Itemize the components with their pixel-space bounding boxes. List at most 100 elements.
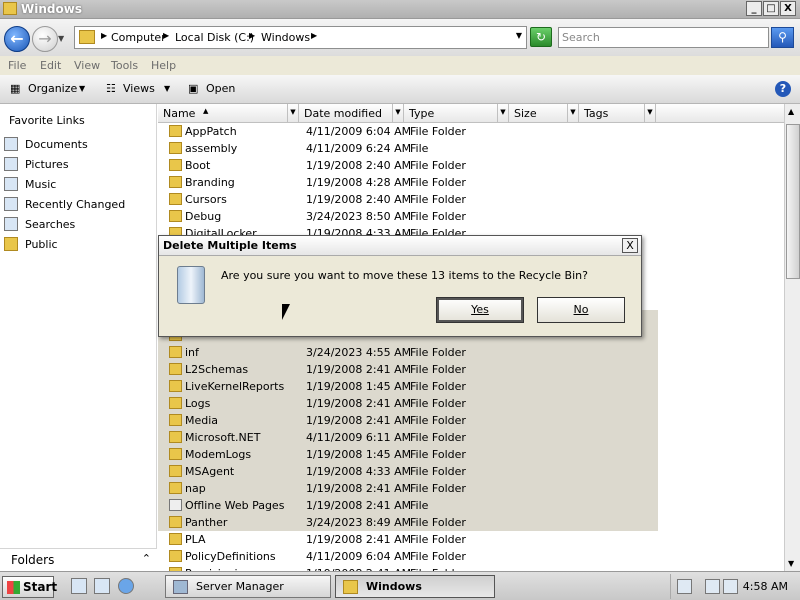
search-icon[interactable]: ⚲: [771, 27, 794, 48]
volume-muted-icon[interactable]: [723, 579, 738, 594]
file-row[interactable]: L2Schemas 1/19/2008 2:41 AM File Folder: [158, 361, 658, 378]
dialog-title: Delete Multiple Items: [163, 239, 297, 252]
file-row[interactable]: Cursors 1/19/2008 2:40 AM File Folder: [158, 191, 658, 208]
chevron-down-icon[interactable]: ▼: [164, 84, 170, 93]
back-button[interactable]: ←: [4, 26, 30, 52]
internet-explorer-icon[interactable]: [118, 578, 134, 594]
scrollbar-thumb[interactable]: [786, 124, 800, 279]
server-manager-quicklaunch-icon[interactable]: [71, 578, 87, 594]
column-header-size[interactable]: Size ▼: [509, 104, 579, 123]
documents-icon: [4, 137, 18, 151]
file-row[interactable]: AppPatch 4/11/2009 6:04 AM File Folder: [158, 123, 658, 140]
pictures-icon: [4, 157, 18, 171]
nav-item-searches[interactable]: Searches: [0, 216, 156, 234]
file-row[interactable]: PLA 1/19/2008 2:41 AM File Folder: [158, 531, 658, 548]
file-row[interactable]: LiveKernelReports 1/19/2008 1:45 AM File F…: [158, 378, 658, 395]
dialog-message: Are you sure you want to move these 13 i…: [221, 269, 588, 282]
column-header-label: Tags: [584, 107, 609, 120]
scroll-down-icon[interactable]: ▼: [788, 559, 794, 568]
chevron-right-icon[interactable]: ▶: [163, 31, 169, 40]
file-row[interactable]: Branding 1/19/2008 4:28 AM File Folder: [158, 174, 658, 191]
nav-item-label: Documents: [25, 138, 88, 151]
column-header-name[interactable]: Name ▲ ▼: [158, 104, 299, 123]
organize-button[interactable]: Organize: [28, 82, 77, 95]
task-server-manager[interactable]: Server Manager: [165, 575, 331, 598]
folders-toggle[interactable]: Folders ⌃: [0, 548, 157, 571]
nav-item-documents[interactable]: Documents: [0, 136, 156, 154]
file-row[interactable]: Microsoft.NET 4/11/2009 6:11 AM File Folde…: [158, 429, 658, 446]
chevron-down-icon[interactable]: ▼: [287, 104, 298, 122]
nav-item-music[interactable]: Music: [0, 176, 156, 194]
file-row[interactable]: assembly 4/11/2009 6:24 AM File: [158, 140, 658, 157]
close-button[interactable]: X: [780, 1, 796, 16]
chevron-down-icon[interactable]: ▼: [644, 104, 655, 122]
file-name: Debug: [185, 210, 222, 223]
dialog-close-button[interactable]: X: [622, 238, 638, 253]
show-desktop-icon[interactable]: [94, 578, 110, 594]
chevron-right-icon[interactable]: ▶: [101, 31, 107, 40]
clock[interactable]: 4:58 AM: [743, 580, 788, 593]
chevron-right-icon[interactable]: ▶: [311, 31, 317, 40]
chevron-down-icon[interactable]: ▼: [516, 31, 522, 40]
file-row[interactable]: Logs 1/19/2008 2:41 AM File Folder: [158, 395, 658, 412]
search-input[interactable]: Search: [558, 27, 769, 48]
action-center-icon[interactable]: [677, 579, 692, 594]
chevron-up-icon[interactable]: ⌃: [142, 552, 151, 565]
file-name: MSAgent: [185, 465, 235, 478]
yes-button[interactable]: Yes: [436, 297, 524, 323]
command-toolbar: ▦ Organize ▼ ☷ Views ▼ ▣ Open ?: [0, 75, 800, 104]
menu-edit[interactable]: Edit: [40, 59, 61, 72]
open-button[interactable]: Open: [206, 82, 235, 95]
column-header-date[interactable]: Date modified ▼: [299, 104, 404, 123]
breadcrumb-local-disk[interactable]: Local Disk (C:): [175, 31, 254, 44]
chevron-down-icon[interactable]: ▼: [497, 104, 508, 122]
chevron-down-icon[interactable]: ▼: [392, 104, 403, 122]
help-icon[interactable]: ?: [775, 81, 791, 97]
chevron-right-icon[interactable]: ▶: [249, 31, 255, 40]
file-date: 1/19/2008 2:41 AM: [306, 499, 412, 512]
no-button[interactable]: No: [537, 297, 625, 323]
file-row[interactable]: Debug 3/24/2023 8:50 AM File Folder: [158, 208, 658, 225]
file-row[interactable]: Offline Web Pages 1/19/2008 2:41 AM File: [158, 497, 658, 514]
refresh-button[interactable]: ↻: [530, 27, 552, 47]
chevron-down-icon[interactable]: ▼: [567, 104, 578, 122]
file-row[interactable]: nap 1/19/2008 2:41 AM File Folder: [158, 480, 658, 497]
open-icon: ▣: [188, 82, 199, 95]
views-button[interactable]: Views: [123, 82, 155, 95]
forward-button[interactable]: →: [32, 26, 58, 52]
breadcrumb-windows[interactable]: Windows: [261, 31, 310, 44]
file-type: File Folder: [410, 380, 466, 393]
menu-file[interactable]: File: [8, 59, 26, 72]
column-header-tags[interactable]: Tags ▼: [579, 104, 656, 123]
column-header-type[interactable]: Type ▼: [404, 104, 509, 123]
file-row[interactable]: MSAgent 1/19/2008 4:33 AM File Folder: [158, 463, 658, 480]
file-name: Panther: [185, 516, 228, 529]
nav-item-recently-changed[interactable]: Recently Changed: [0, 196, 156, 214]
file-row[interactable]: inf 3/24/2023 4:55 AM File Folder: [158, 344, 658, 361]
start-button[interactable]: Start: [2, 576, 57, 598]
title-bar: Windows _ □ X: [0, 0, 800, 19]
task-windows[interactable]: Windows: [335, 575, 495, 598]
nav-item-pictures[interactable]: Pictures: [0, 156, 156, 174]
maximize-button[interactable]: □: [763, 1, 779, 16]
address-box[interactable]: ▶ Computer ▶ Local Disk (C:) ▶ Windows ▶…: [74, 26, 527, 49]
menu-tools[interactable]: Tools: [111, 59, 138, 72]
menu-help[interactable]: Help: [151, 59, 176, 72]
file-row[interactable]: Media 1/19/2008 2:41 AM File Folder: [158, 412, 658, 429]
folder-icon: [169, 533, 182, 545]
file-name: nap: [185, 482, 206, 495]
breadcrumb-computer[interactable]: Computer: [111, 31, 166, 44]
history-dropdown-icon[interactable]: ▼: [58, 34, 64, 43]
file-type: File Folder: [410, 431, 466, 444]
scroll-up-icon[interactable]: ▲: [788, 107, 794, 116]
menu-view[interactable]: View: [74, 59, 100, 72]
file-row[interactable]: Panther 3/24/2023 8:49 AM File Folder: [158, 514, 658, 531]
chevron-down-icon[interactable]: ▼: [79, 84, 85, 93]
minimize-button[interactable]: _: [746, 1, 762, 16]
file-row[interactable]: Boot 1/19/2008 2:40 AM File Folder: [158, 157, 658, 174]
file-row[interactable]: ModemLogs 1/19/2008 1:45 AM File Folder: [158, 446, 658, 463]
nav-item-public[interactable]: Public: [0, 236, 156, 254]
file-row[interactable]: PolicyDefinitions 4/11/2009 6:04 AM File F…: [158, 548, 658, 565]
network-icon[interactable]: [705, 579, 720, 594]
vertical-scrollbar[interactable]: ▲ ▼: [784, 104, 800, 571]
